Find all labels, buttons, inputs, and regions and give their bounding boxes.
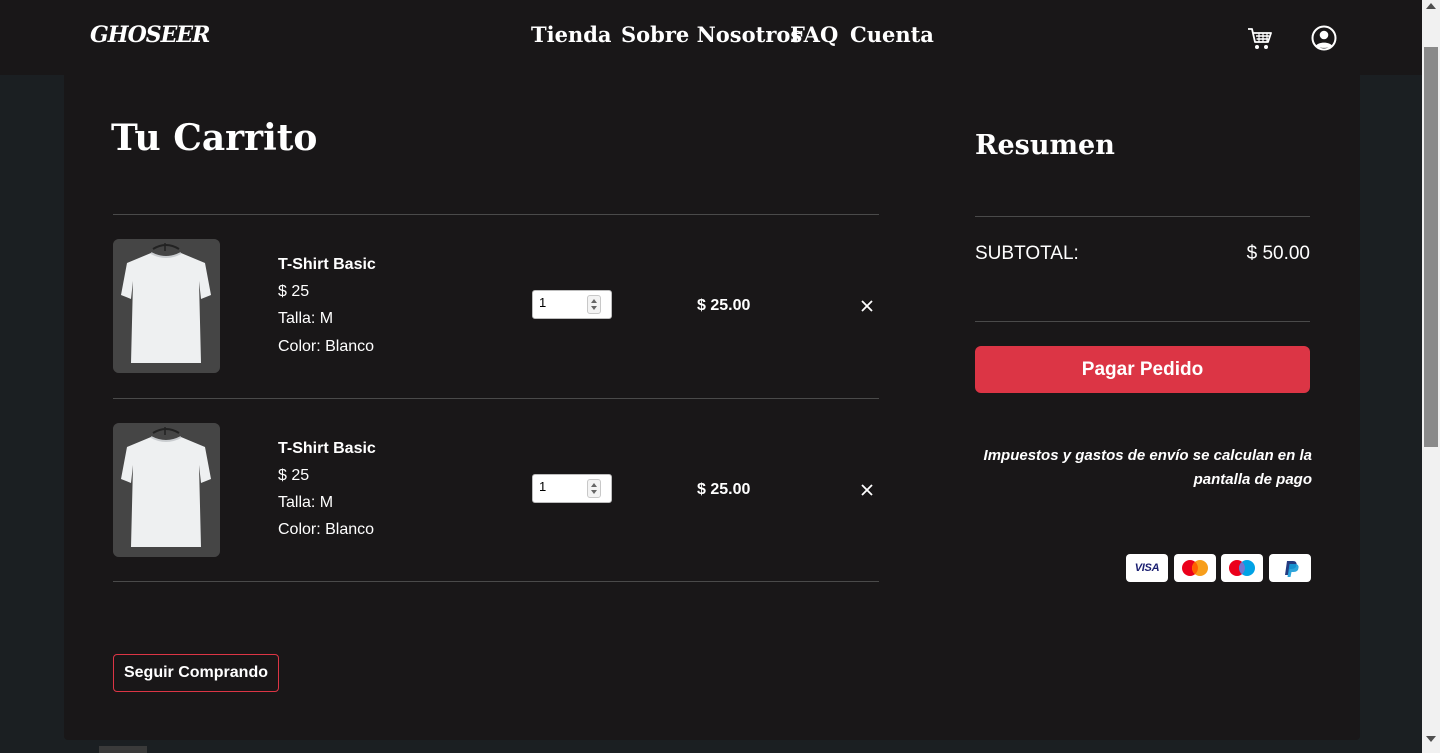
divider [975, 216, 1310, 217]
subtotal-value: $ 50.00 [1246, 243, 1310, 264]
mastercard-icon [1174, 554, 1216, 582]
quantity-input[interactable] [539, 479, 587, 494]
product-size: Talla: M [278, 310, 334, 327]
quantity-stepper[interactable] [532, 474, 612, 503]
scroll-up-arrow-icon[interactable] [1426, 3, 1436, 9]
product-size: Talla: M [278, 494, 334, 511]
nav-cuenta[interactable]: Cuenta [850, 22, 934, 47]
continue-shopping-button[interactable]: Seguir Comprando [113, 654, 279, 692]
spinner-arrows-icon[interactable] [587, 479, 601, 498]
divider [975, 321, 1310, 322]
summary-title: Resumen [975, 130, 1115, 161]
paypal-icon [1269, 554, 1311, 582]
scroll-down-arrow-icon[interactable] [1426, 736, 1436, 742]
user-circle-icon[interactable] [1311, 25, 1337, 51]
product-image[interactable] [113, 423, 220, 557]
divider [113, 214, 879, 215]
divider [113, 581, 879, 582]
cart-icon[interactable] [1247, 27, 1273, 51]
close-icon[interactable] [858, 481, 876, 499]
visa-icon: VISA [1126, 554, 1168, 582]
nav-tienda[interactable]: Tienda [531, 22, 612, 47]
product-color: Color: Blanco [278, 521, 375, 538]
pay-order-button[interactable]: Pagar Pedido [975, 346, 1310, 393]
product-price: $ 25 [278, 283, 310, 300]
product-price: $ 25 [278, 467, 310, 484]
close-icon[interactable] [858, 297, 876, 315]
subtotal-label: SUBTOTAL: [975, 243, 1079, 264]
product-name[interactable]: T-Shirt Basic [278, 440, 376, 458]
nav-faq[interactable]: FAQ [790, 22, 838, 47]
site-header: GHOSEER Tienda Sobre Nosotros FAQ Cuenta [0, 0, 1422, 75]
quantity-input[interactable] [539, 295, 587, 310]
maestro-icon [1221, 554, 1263, 582]
line-total: $ 25.00 [697, 481, 751, 498]
spinner-arrows-icon[interactable] [587, 295, 601, 314]
product-color: Color: Blanco [278, 338, 375, 355]
logo[interactable]: GHOSEER [90, 22, 210, 48]
scrollbar-thumb[interactable] [1424, 47, 1438, 447]
divider [113, 398, 879, 399]
product-image[interactable] [113, 239, 220, 373]
product-name[interactable]: T-Shirt Basic [278, 256, 376, 274]
horizontal-scroll-thumb[interactable] [99, 746, 147, 753]
line-total: $ 25.00 [697, 297, 751, 314]
page-title: Tu Carrito [111, 117, 318, 159]
tax-note: Impuestos y gastos de envío se calculan … [983, 447, 1312, 488]
quantity-stepper[interactable] [532, 290, 612, 319]
cart-panel [64, 75, 1360, 740]
nav-sobre-nosotros[interactable]: Sobre Nosotros [621, 22, 802, 47]
